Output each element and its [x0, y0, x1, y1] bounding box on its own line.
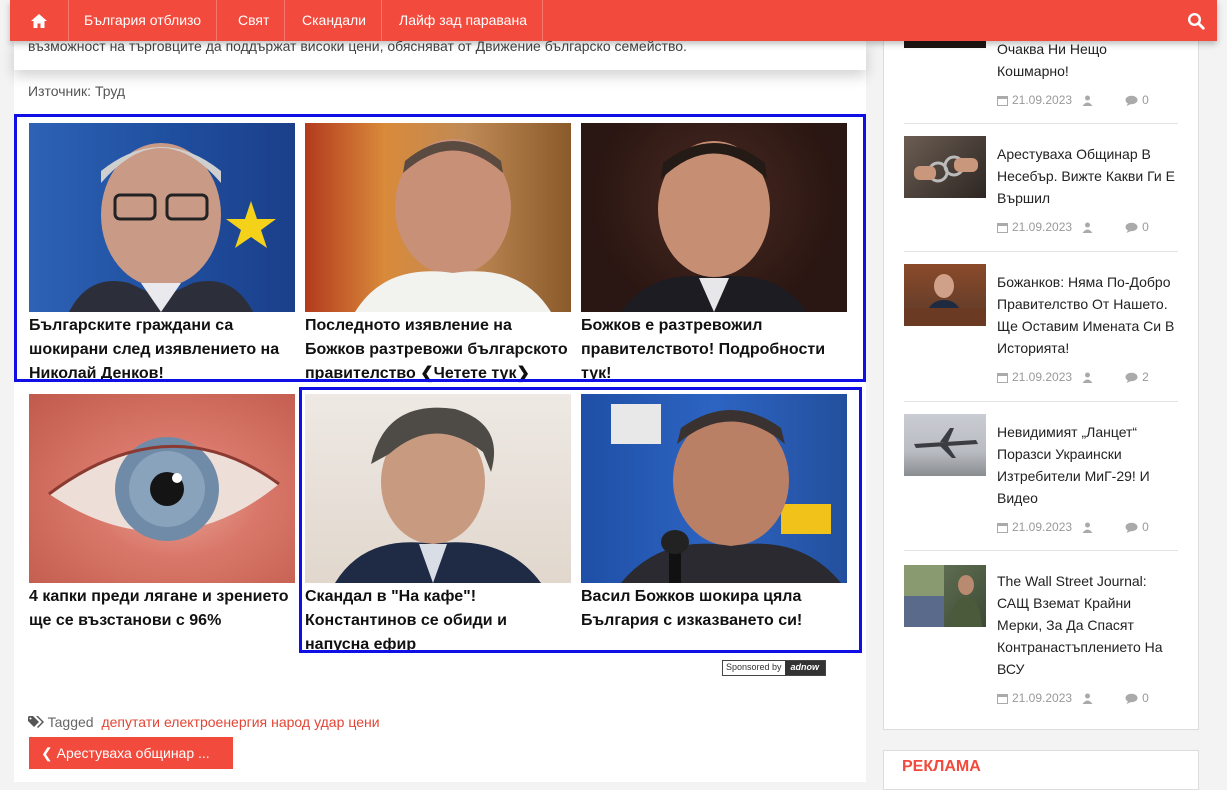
post-title[interactable]: Невидимият „Ланцет“ Поразси Украински Из…: [997, 421, 1179, 509]
highlight-box-top-row: [14, 114, 866, 382]
tag-link[interactable]: депутати: [101, 714, 160, 730]
post-title[interactable]: Божанков: Няма По-Добро Правителство От …: [997, 271, 1179, 359]
main-navigation: България отблизо Свят Скандали Лайф зад …: [10, 0, 1217, 41]
calendar-icon: [997, 522, 1008, 533]
post-meta: 21.09.2023 0: [997, 220, 1149, 234]
sponsored-ads-grid: Българските граждани са шокирани след из…: [14, 114, 866, 674]
tag-link[interactable]: удар: [314, 714, 344, 730]
tag-link[interactable]: цени: [348, 714, 379, 730]
sidebar-post[interactable]: Арестуваха Общинар В Несебър. Вижте Какв…: [904, 124, 1178, 252]
user-icon: [1082, 95, 1093, 106]
nav-item-lifestyle[interactable]: Лайф зад паравана: [384, 0, 543, 41]
post-thumbnail[interactable]: [904, 565, 986, 627]
tags-label: Tagged: [47, 714, 94, 730]
calendar-icon: [997, 372, 1008, 383]
article-tags: Tagged депутати електроенергия народ удар це…: [28, 714, 380, 730]
ad-caption[interactable]: 4 капки преди лягане и зрението ще се въ…: [29, 585, 295, 633]
user-icon: [1082, 693, 1093, 704]
ad-card-4[interactable]: 4 капки преди лягане и зрението ще се въ…: [29, 394, 295, 633]
sidebar-post[interactable]: Божанков: Няма По-Добро Правителство От …: [904, 252, 1178, 402]
article-source: Източник: Труд: [28, 83, 126, 99]
post-meta: 21.09.2023 0: [997, 691, 1149, 705]
comments-icon: [1125, 95, 1138, 106]
tag-link[interactable]: електроенергия: [164, 714, 267, 730]
home-icon: [31, 13, 47, 28]
widget-title: РЕКЛАМА: [902, 758, 981, 775]
sidebar-recent-posts: Очаква Ни Нещо Кошмарно! 21.09.2023 0 Ар…: [883, 0, 1199, 730]
post-meta: 21.09.2023 2: [997, 370, 1149, 384]
calendar-icon: [997, 222, 1008, 233]
previous-post-button[interactable]: ❮ Арестуваха общинар ...: [29, 737, 233, 769]
post-title[interactable]: Арестуваха Общинар В Несебър. Вижте Какв…: [997, 143, 1179, 209]
comments-icon: [1125, 693, 1138, 704]
comments-icon: [1125, 372, 1138, 383]
post-thumbnail[interactable]: [904, 136, 986, 198]
tags-icon: [28, 716, 44, 728]
sponsored-by-badge[interactable]: Sponsored by adnow: [722, 660, 827, 676]
calendar-icon: [997, 693, 1008, 704]
sidebar-post[interactable]: The Wall Street Journal: САЩ Вземат Край…: [904, 551, 1178, 721]
nav-item-world[interactable]: Свят: [223, 0, 286, 41]
nav-item-bulgaria[interactable]: България отблизо: [69, 0, 218, 41]
advertising-widget: РЕКЛАМА: [883, 750, 1199, 790]
user-icon: [1082, 372, 1093, 383]
post-meta: 21.09.2023 0: [997, 93, 1149, 107]
ad-image[interactable]: [29, 394, 295, 583]
post-thumbnail[interactable]: [904, 264, 986, 326]
search-icon[interactable]: [1187, 12, 1205, 30]
post-title[interactable]: The Wall Street Journal: САЩ Вземат Край…: [997, 570, 1179, 680]
comments-icon: [1125, 522, 1138, 533]
highlight-box-bottom-right: [299, 387, 862, 653]
calendar-icon: [997, 95, 1008, 106]
post-thumbnail[interactable]: [904, 414, 986, 476]
nav-item-scandals[interactable]: Скандали: [287, 0, 383, 41]
home-button[interactable]: [10, 0, 69, 41]
adnow-logo: adnow: [784, 661, 826, 675]
sidebar-post[interactable]: Невидимият „Ланцет“ Поразси Украински Из…: [904, 402, 1178, 551]
comments-icon: [1125, 222, 1138, 233]
post-meta: 21.09.2023 0: [997, 520, 1149, 534]
user-icon: [1082, 522, 1093, 533]
tag-link[interactable]: народ: [271, 714, 310, 730]
post-title[interactable]: Очаква Ни Нещо Кошмарно!: [997, 38, 1179, 82]
user-icon: [1082, 222, 1093, 233]
